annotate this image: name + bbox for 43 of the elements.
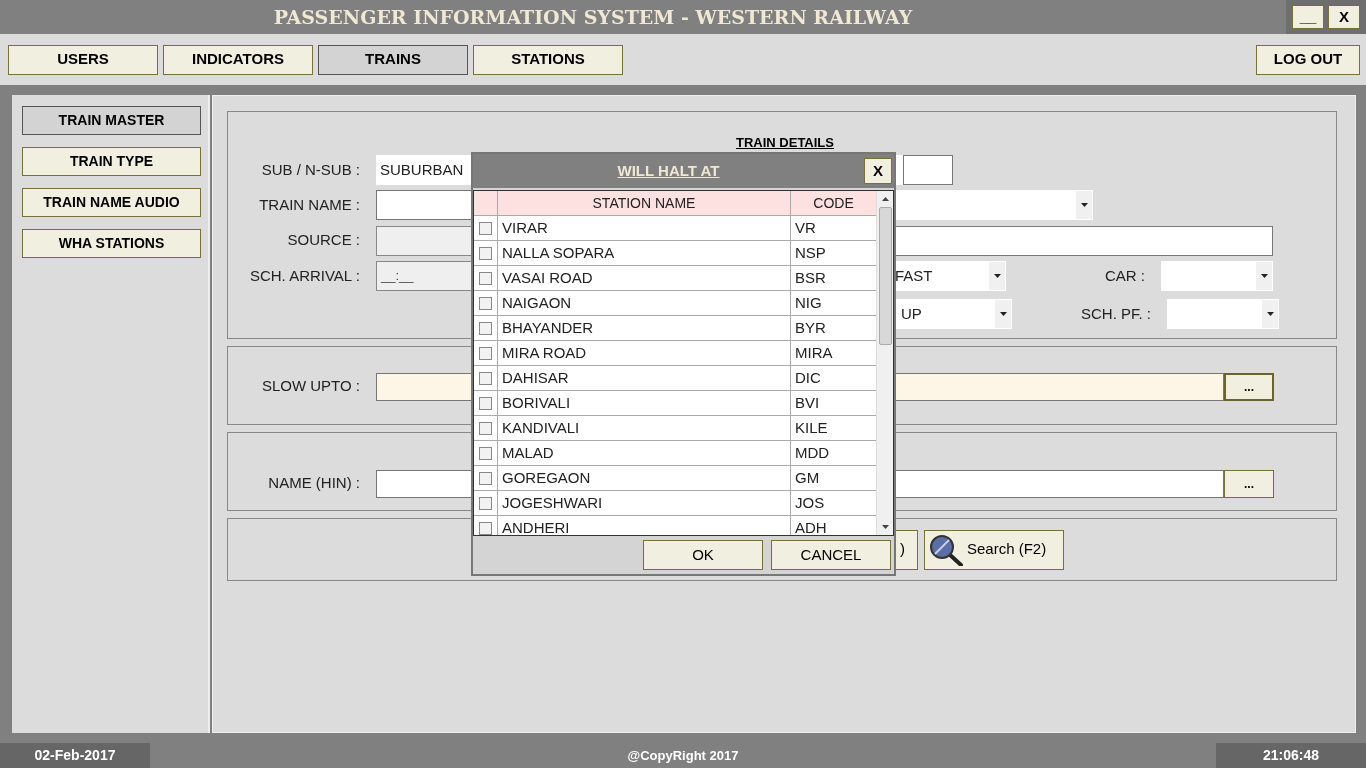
field-label: SCH. PF. : <box>1080 303 1151 324</box>
date-display: 02-Feb-2017 <box>0 743 150 768</box>
table-cell: VIRAR <box>498 216 791 240</box>
dropdown-value: FAST <box>894 265 934 286</box>
field-label: CAR : <box>1104 265 1145 286</box>
table-cell: KANDIVALI <box>498 416 791 440</box>
table-cell-text: NIG <box>794 292 823 313</box>
table-cell: BORIVALI <box>498 391 791 415</box>
field-label: SCH. ARRIVAL : <box>248 265 360 286</box>
table-cell: NAIGAON <box>498 291 791 315</box>
table-cell-text: MIRA <box>794 342 834 363</box>
table-cell-text: KILE <box>794 417 829 438</box>
table-cell-text: BYR <box>794 317 827 338</box>
table-cell-text: ADH <box>794 517 828 535</box>
table-cell-text: VR <box>794 217 817 238</box>
dialog-title: WILL HALT AT <box>616 160 721 181</box>
time-display: 21:06:48 <box>1216 743 1366 768</box>
column-header: CODE <box>812 193 855 213</box>
column-header: STATION NAME <box>498 191 791 215</box>
table-cell: VASAI ROAD <box>498 266 791 290</box>
table-cell: NALLA SOPARA <box>498 241 791 265</box>
table-cell: MIRA ROAD <box>498 341 791 365</box>
table-cell-text: BVI <box>794 392 821 413</box>
section-title: TRAIN DETAILS <box>736 133 834 152</box>
copyright-text: @CopyRight 2017 <box>626 746 740 765</box>
table-cell-text: JOS <box>794 492 826 513</box>
table-cell-text: BSR <box>794 267 827 288</box>
field-label: SOURCE : <box>286 230 360 251</box>
field-label: NAME (HIN) : <box>267 473 360 494</box>
field-label: SUB / N-SUB : <box>260 159 360 180</box>
table-cell: MALAD <box>498 441 791 465</box>
table-cell-text: NSP <box>794 242 827 263</box>
table-cell: DAHISAR <box>498 366 791 390</box>
table-cell-text: MDD <box>794 442 831 463</box>
table-cell: JOGESHWARI <box>498 491 791 515</box>
table-cell: BHAYANDER <box>498 316 791 340</box>
table-cell: GOREGAON <box>498 466 791 490</box>
field-label: TRAIN NAME : <box>258 194 360 215</box>
field-label: SLOW UPTO : <box>260 376 360 397</box>
window-title: PASSENGER INFORMATION SYSTEM - WESTERN RAILWAY <box>273 4 913 30</box>
dropdown-value: UP <box>900 303 923 324</box>
table-cell-text: DIC <box>794 367 822 388</box>
table-cell-text: GM <box>794 467 821 488</box>
